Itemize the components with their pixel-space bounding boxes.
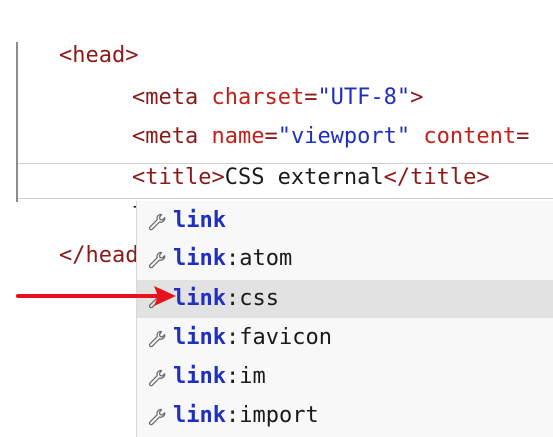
item-suffix: :favicon <box>225 325 332 350</box>
tag-title-close: </title> <box>383 165 490 190</box>
code-line-typed-link[interactable]: link <box>79 163 185 229</box>
equals-sign: = <box>516 124 530 149</box>
code-line-title: <title>CSS external</title> <box>79 124 490 190</box>
item-keyword: link <box>173 286 226 311</box>
title-text: CSS external <box>224 165 384 190</box>
item-suffix: :css <box>225 286 279 311</box>
autocomplete-item-link-favicon[interactable]: link:favicon <box>137 319 553 357</box>
wrench-icon <box>148 251 166 269</box>
code-line-head-open: <head> <box>6 2 138 68</box>
item-suffix: :atom <box>225 246 293 271</box>
item-keyword: link <box>173 246 226 271</box>
item-keyword: link <box>173 325 226 350</box>
wrench-icon <box>148 330 166 348</box>
wrench-icon <box>148 213 166 231</box>
item-suffix: :import <box>225 403 319 428</box>
code-line-meta-charset: <meta charset="UTF-8"> <box>79 44 423 110</box>
wrench-icon <box>148 369 166 387</box>
wrench-icon <box>148 291 166 309</box>
item-keyword: link <box>173 208 226 233</box>
autocomplete-item-link[interactable]: link <box>137 202 553 240</box>
code-line-head-close: </head> <box>6 202 152 268</box>
code-line-meta-viewport: <meta name="viewport" content= <box>79 83 529 149</box>
wrench-icon <box>148 408 166 426</box>
autocomplete-item-link-css[interactable]: link:css <box>137 280 553 318</box>
item-keyword: link <box>173 364 226 389</box>
autocomplete-item-link-import[interactable]: link:import <box>137 397 553 435</box>
autocomplete-popup: link link:atom link:css link:favicon lin… <box>136 201 553 437</box>
code-editor[interactable]: <head> <meta charset="UTF-8"> <meta name… <box>0 0 553 437</box>
autocomplete-item-link-atom[interactable]: link:atom <box>137 240 553 278</box>
autocomplete-item-link-im[interactable]: link:im <box>137 358 553 396</box>
item-suffix: :im <box>225 364 266 389</box>
item-keyword: link <box>173 403 226 428</box>
